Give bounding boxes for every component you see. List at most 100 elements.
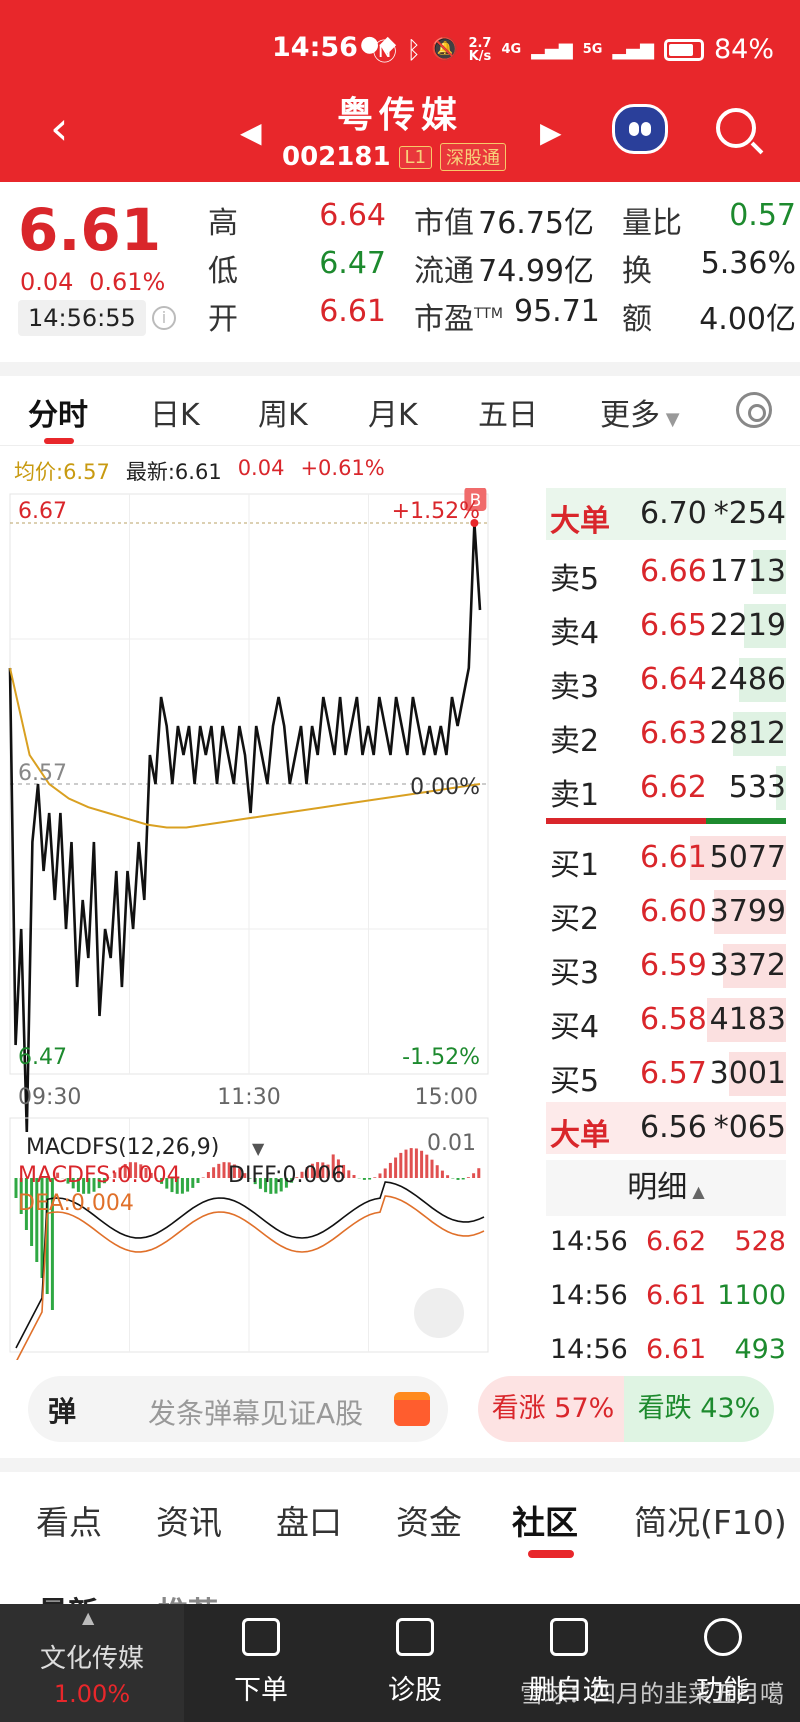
x-tick: 15:00 bbox=[415, 1085, 478, 1110]
watermark: 雪球：四月的韭菜五月噶 bbox=[520, 1680, 784, 1708]
functions-icon bbox=[704, 1618, 742, 1656]
sector-name: 文化传媒 bbox=[39, 1644, 144, 1674]
tab-intraday[interactable]: 分时 bbox=[28, 390, 88, 434]
danmaku-placeholder: 发条弹幕见证A股 bbox=[148, 1397, 364, 1430]
vote-bearish-button[interactable]: 看跌 43% bbox=[624, 1376, 774, 1442]
caret-down-icon: ▼ bbox=[252, 1139, 265, 1158]
tab-five-day[interactable]: 五日 bbox=[478, 390, 538, 434]
settings-ring-icon[interactable] bbox=[736, 392, 772, 428]
tab-daily-k[interactable]: 日K bbox=[150, 390, 200, 434]
trade-row: 14:56 6.61 1100 bbox=[550, 1280, 786, 1311]
status-bar: 14:56 ●◆ Ⓝ ᛒ 🔕 2.7 K/s 4G ▂▄▆ 5G ▂▄▆ 84% bbox=[0, 0, 800, 96]
signal-bars-icon: ▂▄▆ bbox=[531, 39, 573, 60]
bluetooth-icon: ᛒ bbox=[406, 35, 422, 64]
y-tick-left: 6.47 bbox=[18, 1045, 67, 1070]
sector-button[interactable]: ▲ 文化传媒 1.00% bbox=[0, 1604, 184, 1722]
pe-value: 95.71 bbox=[514, 294, 600, 329]
danmaku-input[interactable]: 弹 发条弹幕见证A股 bbox=[28, 1376, 448, 1442]
last-price: 6.61 bbox=[18, 196, 162, 264]
battery-icon bbox=[663, 38, 704, 61]
tab-weekly-k[interactable]: 周K bbox=[258, 390, 308, 434]
caret-up-icon: ▲ bbox=[82, 1608, 95, 1627]
nav-order[interactable]: 下单 bbox=[206, 1618, 316, 1707]
bottom-nav: ▲ 文化传媒 1.00% 下单 诊股 删自选 功能 雪球：四月的韭菜五月噶 bbox=[0, 1604, 800, 1722]
subtab-recommended[interactable]: 推荐 bbox=[158, 1588, 218, 1604]
diagnose-icon bbox=[396, 1618, 434, 1656]
y-tick-left: 6.57 bbox=[18, 761, 67, 786]
content-tabs: 看点 资讯 盘口 资金 社区 简况(F10) bbox=[0, 1472, 800, 1562]
bid-row[interactable]: 买2 6.60 3799 bbox=[546, 886, 786, 938]
separator bbox=[0, 1458, 800, 1472]
mute-icon: 🔕 bbox=[431, 37, 459, 62]
tab-f10[interactable]: 简况(F10) bbox=[634, 1496, 787, 1544]
robot-assistant-icon[interactable] bbox=[612, 104, 668, 154]
quote-summary: 6.61 0.04 0.61% 14:56:55 i 高 6.64 低 6.47… bbox=[0, 182, 800, 362]
legend-change: 0.04 bbox=[237, 456, 285, 480]
ask-row[interactable]: 卖4 6.65 2219 bbox=[546, 600, 786, 652]
stock-code: 002181 bbox=[282, 142, 391, 172]
gift-icon[interactable] bbox=[394, 1392, 430, 1426]
active-tab-indicator bbox=[528, 1550, 574, 1558]
bid-row[interactable]: 买5 6.57 3001 bbox=[546, 1048, 786, 1100]
intraday-chart[interactable]: B 6.676.576.47+1.52%0.00%-1.52%09:30 11:3… bbox=[0, 488, 546, 1360]
volratio-value: 0.57 bbox=[729, 198, 796, 233]
search-icon[interactable] bbox=[716, 108, 756, 148]
turnover-value: 5.36% bbox=[700, 246, 796, 281]
chart-legend: 均价:6.57 最新:6.61 0.04 +0.61% bbox=[14, 456, 385, 486]
y-tick-right: -1.52% bbox=[402, 1045, 480, 1070]
connect-tag: 深股通 bbox=[440, 143, 507, 171]
tab-community[interactable]: 社区 bbox=[512, 1496, 578, 1544]
bid-row[interactable]: 买3 6.59 3372 bbox=[546, 940, 786, 992]
y-tick-right: +1.52% bbox=[392, 499, 480, 524]
mktcap-value: 76.75亿 bbox=[478, 206, 594, 241]
big-sell-row: 大单 6.70 *254 bbox=[546, 488, 786, 540]
trade-detail-header[interactable]: 明细 ▲ bbox=[546, 1160, 786, 1216]
tab-highlights[interactable]: 看点 bbox=[36, 1496, 102, 1544]
y-tick-left: 6.67 bbox=[18, 499, 67, 524]
open-value: 6.61 bbox=[319, 294, 386, 329]
stock-name: 粤传媒 bbox=[336, 95, 463, 136]
trade-row: 14:56 6.62 528 bbox=[550, 1226, 786, 1257]
signal-bars-icon: ▂▄▆ bbox=[612, 39, 654, 60]
quote-time: 14:56:55 bbox=[18, 300, 146, 336]
ask-row[interactable]: 卖3 6.64 2486 bbox=[546, 654, 786, 706]
x-tick: 09:30 bbox=[18, 1085, 81, 1110]
vote-bullish-button[interactable]: 看涨 57% bbox=[478, 1376, 628, 1442]
tab-handicap[interactable]: 盘口 bbox=[276, 1496, 342, 1544]
macd-top-value: 0.01 bbox=[427, 1131, 476, 1156]
remove-watchlist-icon bbox=[550, 1618, 588, 1656]
subtab-latest[interactable]: 最新 bbox=[38, 1588, 98, 1604]
ask-row[interactable]: 卖1 6.62 533 bbox=[546, 762, 786, 814]
tab-news[interactable]: 资讯 bbox=[156, 1496, 222, 1544]
float-value: 74.99亿 bbox=[478, 254, 594, 289]
bid-row[interactable]: 买1 6.61 5077 bbox=[546, 832, 786, 884]
fullscreen-icon[interactable] bbox=[414, 1288, 464, 1338]
stock-code-row: 002181 L1 深股通 bbox=[282, 142, 507, 172]
legend-last: 最新:6.61 bbox=[125, 460, 222, 484]
sub-tabs: 最新 推荐 bbox=[0, 1562, 800, 1604]
big-buy-row: 大单 6.56 *065 bbox=[546, 1102, 786, 1154]
info-icon[interactable]: i bbox=[152, 306, 176, 330]
ask-row[interactable]: 卖5 6.66 1713 bbox=[546, 546, 786, 598]
danmaku-badge: 弹 bbox=[48, 1395, 77, 1428]
next-stock-icon[interactable]: ▶ bbox=[540, 116, 562, 149]
ask-row[interactable]: 卖2 6.63 2812 bbox=[546, 708, 786, 760]
price-series-line bbox=[8, 522, 482, 1133]
mktcap-label: 市值 bbox=[414, 206, 474, 241]
level-tag: L1 bbox=[398, 145, 433, 169]
active-tab-indicator bbox=[44, 438, 74, 444]
macd-indicator-name[interactable]: MACDFS(12,26,9) bbox=[26, 1135, 219, 1160]
tab-more[interactable]: 更多 ▼ bbox=[600, 390, 680, 434]
tab-monthly-k[interactable]: 月K bbox=[368, 390, 418, 434]
order-icon bbox=[242, 1618, 280, 1656]
danmaku-row: 弹 发条弹幕见证A股 看涨 57% 看跌 43% bbox=[0, 1366, 800, 1456]
volratio-label: 量比 bbox=[622, 206, 682, 241]
diff-value: DIFF:0.006 bbox=[228, 1163, 345, 1188]
tab-funds[interactable]: 资金 bbox=[396, 1496, 462, 1544]
separator bbox=[0, 362, 800, 376]
change-value: 0.04 bbox=[20, 268, 74, 296]
y-tick-right: 0.00% bbox=[410, 775, 480, 800]
bid-row[interactable]: 买4 6.58 4183 bbox=[546, 994, 786, 1046]
macd-value: MACDFS:0.004 bbox=[18, 1163, 181, 1188]
nav-diagnose[interactable]: 诊股 bbox=[360, 1618, 470, 1707]
